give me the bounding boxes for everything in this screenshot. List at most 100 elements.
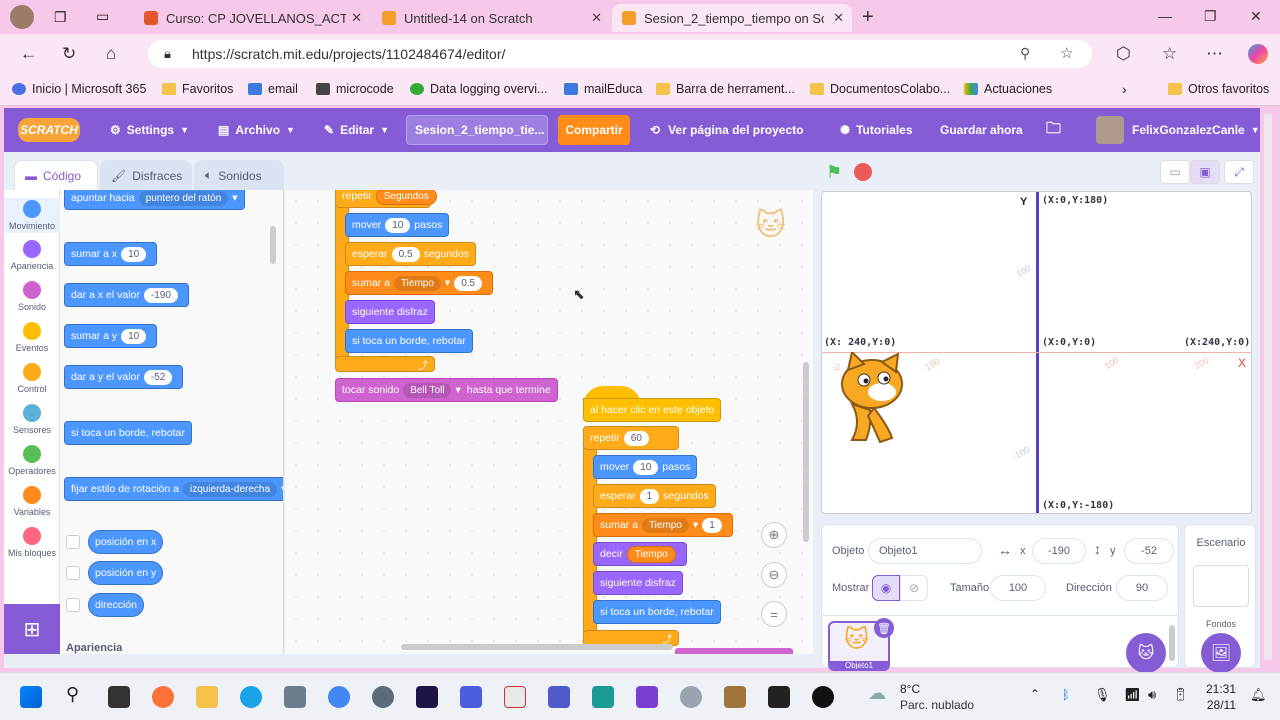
bookmark-favoritos[interactable]: Favoritos bbox=[162, 82, 233, 96]
hide-button[interactable]: ⊘ bbox=[900, 575, 928, 601]
zoom-icon[interactable]: ⚲ bbox=[1020, 45, 1030, 62]
extensions-icon[interactable]: ⬡ bbox=[1116, 44, 1131, 64]
app-icon[interactable] bbox=[768, 686, 790, 708]
search-icon[interactable]: ⚲ bbox=[66, 684, 79, 705]
app-icon[interactable] bbox=[812, 686, 834, 708]
power-automate-icon[interactable] bbox=[460, 686, 482, 708]
green-flag-icon[interactable]: ⚑ bbox=[826, 162, 842, 183]
app-icon[interactable] bbox=[636, 686, 658, 708]
y-position-checkbox[interactable] bbox=[66, 566, 80, 580]
category-looks[interactable]: Apariencia bbox=[4, 240, 60, 271]
script2-wait[interactable]: esperar 1 segundos bbox=[593, 484, 716, 508]
palette-rotation-style[interactable]: fijar estilo de rotación a izquierda-dere… bbox=[64, 477, 283, 501]
audition-icon[interactable] bbox=[416, 686, 438, 708]
site-info-icon[interactable]: 🔒︎ bbox=[164, 46, 171, 62]
chevron-right-icon[interactable]: › bbox=[1122, 81, 1127, 97]
x-input[interactable]: -190 bbox=[1032, 538, 1086, 564]
category-motion[interactable]: Movimiento bbox=[4, 198, 60, 233]
favorite-star-icon[interactable]: ☆ bbox=[1060, 44, 1073, 62]
choose-sprite-button[interactable]: 🐱︎ bbox=[1126, 633, 1166, 673]
choose-backdrop-button[interactable]: 🖼︎ bbox=[1201, 633, 1241, 673]
small-stage-button[interactable]: ▭ bbox=[1160, 160, 1190, 184]
tab-curso[interactable]: Curso: CP JOVELLANOS_ACTIVIDA ✕ bbox=[134, 4, 370, 32]
palette-point-towards[interactable]: apuntar hacia puntero del ratón ▾ bbox=[64, 190, 245, 210]
file-menu[interactable]: ▤ Archivo ▼ bbox=[218, 108, 295, 152]
profile-avatar[interactable] bbox=[10, 5, 34, 29]
palette-x-position[interactable]: posición en x bbox=[88, 530, 164, 554]
tab-costumes[interactable]: 🖌︎ Disfraces bbox=[100, 160, 192, 190]
bookmark-otros[interactable]: Otros favoritos bbox=[1168, 82, 1269, 96]
bookmark-microcode[interactable]: microcode bbox=[316, 82, 394, 96]
clock-time[interactable]: 21:31 bbox=[1206, 682, 1236, 696]
sound-dropdown[interactable]: Bell Toll bbox=[403, 382, 452, 398]
favorites-icon[interactable]: ☆ bbox=[1162, 44, 1177, 64]
settings-menu[interactable]: ⚙ Settings ▼ bbox=[110, 108, 189, 152]
clock-date[interactable]: 28/11 bbox=[1206, 698, 1236, 712]
zoom-in-button[interactable]: ⊕ bbox=[761, 522, 787, 548]
palette-change-y[interactable]: sumar a y 10 bbox=[64, 324, 158, 348]
close-tab-icon[interactable]: ✕ bbox=[833, 10, 844, 26]
direction-checkbox[interactable] bbox=[66, 598, 80, 612]
tab-sesion[interactable]: Sesion_2_tiempo_tiempo on Scrat ✕ bbox=[612, 4, 852, 32]
cat-sprite[interactable] bbox=[822, 352, 912, 448]
project-title-input[interactable]: Sesion_2_tiempo_tie... bbox=[406, 115, 548, 145]
tab-code[interactable]: ▬ Código bbox=[14, 160, 98, 190]
script1-play-sound[interactable]: tocar sonido Bell Toll ▾ hasta que termine bbox=[335, 378, 558, 402]
url-field[interactable]: 🔒︎ https://scratch.mit.edu/projects/1102… bbox=[148, 40, 1092, 68]
back-icon[interactable]: ← bbox=[20, 44, 37, 64]
save-now-button[interactable]: Guardar ahora bbox=[940, 108, 1023, 152]
size-input[interactable]: 100 bbox=[990, 575, 1046, 601]
bookmark-mailEduca[interactable]: mailEduca bbox=[564, 82, 642, 96]
change-y-input[interactable]: 10 bbox=[121, 328, 147, 344]
script2-move[interactable]: mover 10 pasos bbox=[593, 455, 698, 479]
new-tab-icon[interactable]: + bbox=[862, 6, 874, 29]
app-icon[interactable] bbox=[724, 686, 746, 708]
windows-start-icon[interactable] bbox=[20, 686, 42, 708]
backdrop-thumbnail[interactable] bbox=[1193, 565, 1249, 607]
change-var-input[interactable]: 1 bbox=[702, 517, 722, 533]
chrome-icon[interactable] bbox=[328, 686, 350, 708]
share-button[interactable]: Compartir bbox=[558, 115, 630, 145]
script1-move[interactable]: mover 10 pasos bbox=[345, 213, 450, 237]
page-scrollbar[interactable] bbox=[1264, 114, 1272, 660]
category-events[interactable]: Eventos bbox=[4, 322, 60, 353]
script-vertical-scrollbar[interactable] bbox=[803, 362, 809, 542]
battery-icon[interactable]: 🔋︎ bbox=[1172, 687, 1189, 703]
variable-dropdown[interactable]: Tiempo bbox=[393, 275, 441, 291]
add-extension-button[interactable]: ⊞ bbox=[4, 604, 60, 654]
say-variable-reporter[interactable]: Tiempo bbox=[626, 545, 676, 563]
firefox-icon[interactable] bbox=[152, 686, 174, 708]
notifications-icon[interactable]: 🔔︎ bbox=[1250, 687, 1267, 703]
my-stuff-icon[interactable]: 🗀︎ bbox=[1046, 108, 1061, 152]
tab-sounds[interactable]: 🔈︎ Sonidos bbox=[194, 160, 284, 190]
palette-set-x[interactable]: dar a x el valor -190 bbox=[64, 283, 189, 307]
teams-icon[interactable] bbox=[548, 686, 570, 708]
move-input[interactable]: 10 bbox=[633, 459, 659, 475]
weather-temp[interactable]: 8°C bbox=[900, 682, 920, 696]
stop-icon[interactable] bbox=[854, 163, 872, 181]
y-input[interactable]: -52 bbox=[1124, 538, 1174, 564]
category-sound[interactable]: Sonido bbox=[4, 281, 60, 312]
app-icon[interactable] bbox=[284, 686, 306, 708]
script1-next-costume[interactable]: siguiente disfraz bbox=[345, 300, 435, 324]
wait-input[interactable]: 1 bbox=[639, 488, 660, 504]
close-tab-icon[interactable]: ✕ bbox=[351, 10, 362, 26]
wait-input[interactable]: 0.5 bbox=[391, 246, 420, 262]
zoom-reset-button[interactable]: = bbox=[761, 601, 787, 627]
script2-say[interactable]: decir Tiempo bbox=[593, 542, 687, 566]
script1-repeat[interactable]: repetir Segundos bbox=[335, 190, 437, 208]
x-position-checkbox[interactable] bbox=[66, 535, 80, 549]
more-icon[interactable]: ⋯ bbox=[1206, 44, 1223, 64]
palette-set-y[interactable]: dar a y el valor -52 bbox=[64, 365, 184, 389]
script-horizontal-scrollbar[interactable] bbox=[401, 644, 673, 650]
sprite-name-input[interactable]: Objeto1 bbox=[868, 538, 982, 564]
script2-next-costume[interactable]: siguiente disfraz bbox=[593, 571, 683, 595]
settings-icon[interactable] bbox=[372, 686, 394, 708]
change-x-input[interactable]: 10 bbox=[121, 246, 147, 262]
bookmark-documentos[interactable]: DocumentosColabo... bbox=[810, 82, 950, 96]
sprite-list-scrollbar[interactable] bbox=[1169, 625, 1175, 661]
edu-icon[interactable] bbox=[592, 686, 614, 708]
stage-selector[interactable]: Escenario Fondos 🖼︎ bbox=[1184, 524, 1256, 673]
rotation-style-dropdown[interactable]: izquierda-derecha bbox=[182, 481, 278, 497]
volume-icon[interactable]: 🔊︎ bbox=[1148, 687, 1156, 703]
